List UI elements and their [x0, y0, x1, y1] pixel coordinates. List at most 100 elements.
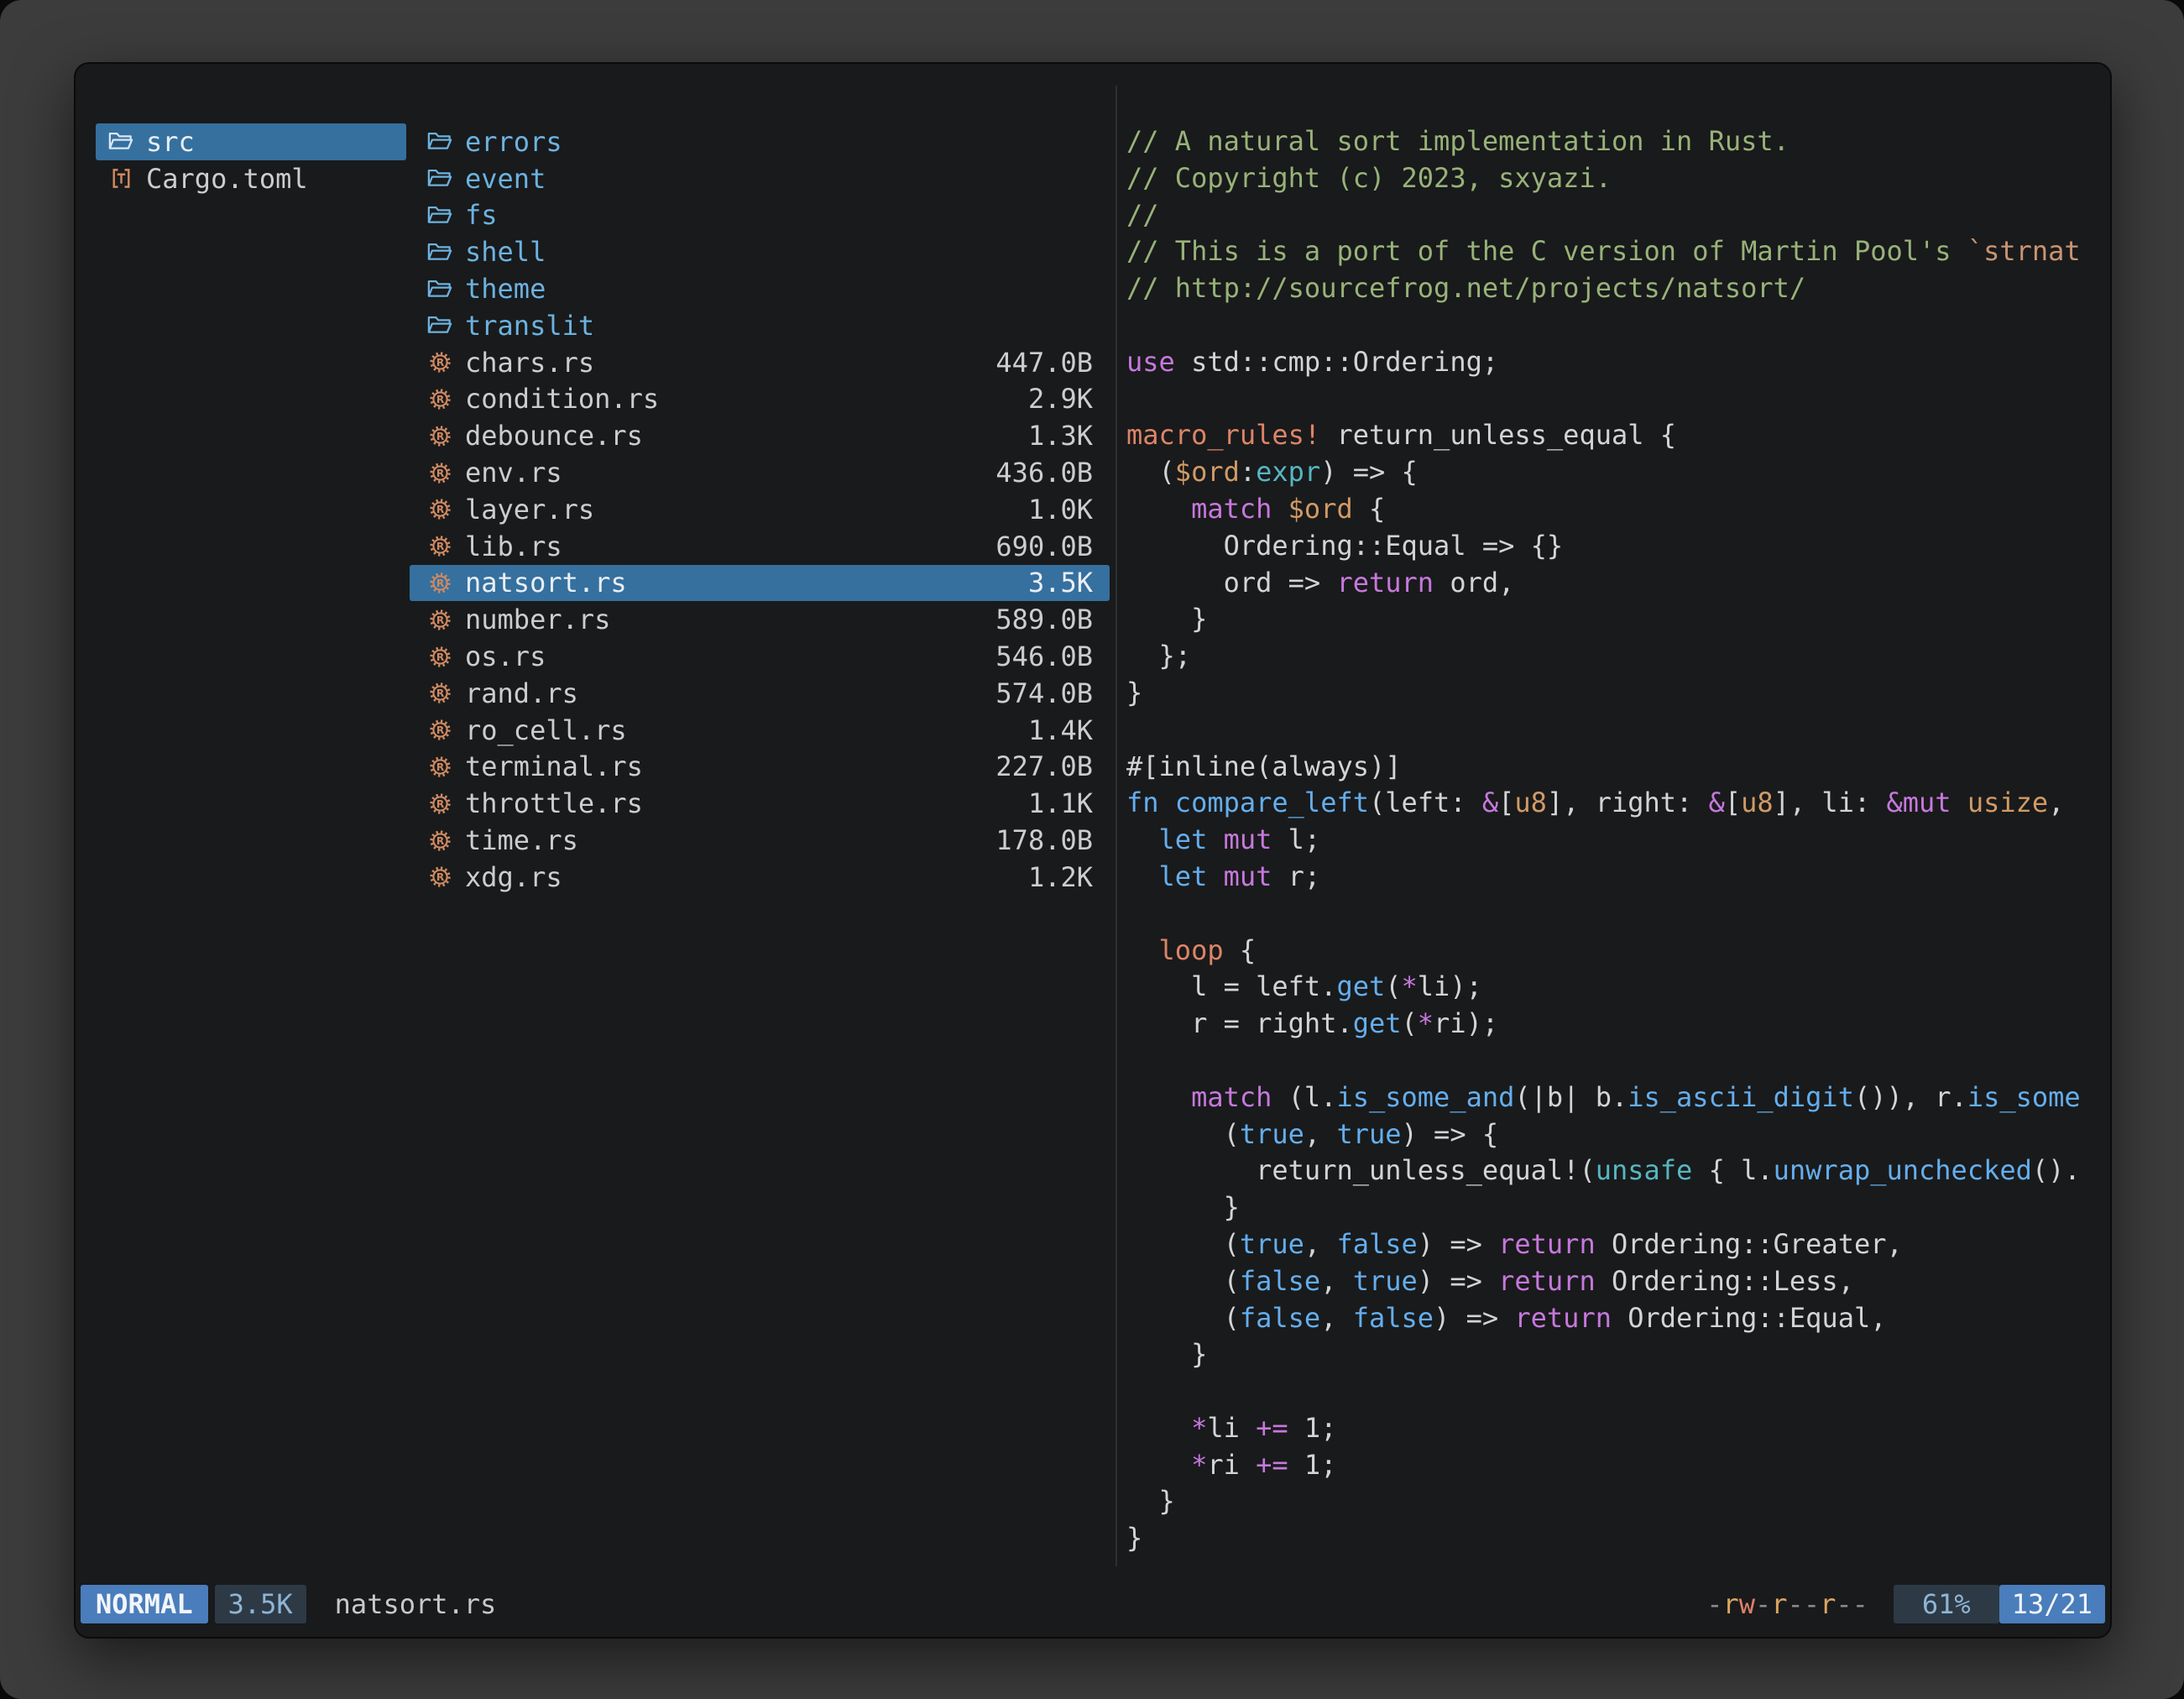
file-item-time.rs[interactable]: Rtime.rs178.0B: [410, 822, 1110, 859]
code-line: // http://sourcefrog.net/projects/natsor…: [1126, 270, 2107, 307]
file-item-xdg.rs[interactable]: Rxdg.rs 1.2K: [410, 859, 1110, 896]
code-line: let mut r;: [1126, 859, 2107, 896]
folder-icon: [425, 205, 455, 226]
item-name: ro_cell.rs: [465, 714, 627, 746]
item-name: number.rs: [465, 604, 610, 635]
item-size: 2.9K: [1028, 383, 1093, 415]
svg-text:R: R: [436, 798, 444, 810]
dir-item-event[interactable]: event: [410, 160, 1110, 197]
code-line: loop {: [1126, 933, 2107, 970]
rust-file-icon: R: [425, 498, 455, 520]
item-name: xdg.rs: [465, 861, 562, 893]
svg-text:R: R: [436, 431, 444, 442]
code-line: [1126, 1373, 2107, 1410]
code-line: }: [1126, 601, 2107, 638]
file-item-terminal.rs[interactable]: Rterminal.rs227.0B: [410, 749, 1110, 786]
svg-text:R: R: [436, 614, 444, 626]
item-name: chars.rs: [465, 347, 594, 379]
svg-text:R: R: [436, 357, 444, 369]
item-name: layer.rs: [465, 494, 594, 525]
cursor-position-badge: 13/21: [1999, 1585, 2105, 1623]
svg-text:R: R: [436, 504, 444, 516]
terminal-window: srcCargo.toml errorsevent fs shell theme tra…: [74, 62, 2112, 1639]
file-item-ro_cell.rs[interactable]: Rro_cell.rs 1.4K: [410, 712, 1110, 749]
item-name: natsort.rs: [465, 567, 627, 599]
file-item-throttle.rs[interactable]: Rthrottle.rs1.1K: [410, 785, 1110, 822]
code-line: }: [1126, 675, 2107, 712]
file-size-badge: 3.5K: [215, 1585, 306, 1623]
rust-file-icon: R: [425, 646, 455, 668]
dir-item-src[interactable]: src: [96, 123, 406, 160]
rust-file-icon: R: [425, 351, 455, 374]
code-line: use std::cmp::Ordering;: [1126, 344, 2107, 381]
code-line: let mut l;: [1126, 822, 2107, 859]
dir-item-translit[interactable]: translit: [410, 307, 1110, 344]
file-item-debounce.rs[interactable]: Rdebounce.rs 1.3K: [410, 417, 1110, 454]
file-item-chars.rs[interactable]: Rchars.rs447.0B: [410, 344, 1110, 381]
item-size: 227.0B: [995, 750, 1093, 782]
rust-file-icon: R: [425, 719, 455, 741]
item-size: 546.0B: [995, 640, 1093, 672]
file-item-env.rs[interactable]: Renv.rs436.0B: [410, 454, 1110, 491]
folder-icon: [425, 279, 455, 300]
rust-file-icon: R: [425, 865, 455, 888]
scroll-percent-badge: 61%: [1894, 1585, 1999, 1623]
file-item-natsort.rs[interactable]: Rnatsort.rs3.5K: [410, 565, 1110, 602]
rust-file-icon: R: [425, 425, 455, 447]
item-size: 1.0K: [1028, 494, 1093, 525]
dir-item-fs[interactable]: fs: [410, 197, 1110, 234]
file-list-pane: errorseventfsshellthemetranslitRchars.rs…: [410, 123, 1110, 896]
code-line: l = left.get(*li);: [1126, 969, 2107, 1006]
item-size: 1.3K: [1028, 420, 1093, 452]
svg-text:R: R: [436, 394, 444, 405]
item-size: 1.4K: [1028, 714, 1093, 746]
file-item-number.rs[interactable]: Rnumber.rs589.0B: [410, 601, 1110, 638]
dir-item-shell[interactable]: shell: [410, 233, 1110, 270]
file-item-condition.rs[interactable]: Rcondition.rs2.9K: [410, 381, 1110, 418]
item-name: shell: [465, 236, 546, 268]
code-line: #[inline(always)]: [1126, 749, 2107, 786]
code-line: // Copyright (c) 2023, sxyazi.: [1126, 160, 2107, 197]
item-name: rand.rs: [465, 677, 578, 709]
code-line: // This is a port of the C version of Ma…: [1126, 233, 2107, 270]
code-line: match (l.is_some_and(|b| b.is_ascii_digi…: [1126, 1080, 2107, 1116]
dir-item-theme[interactable]: theme: [410, 270, 1110, 307]
folder-icon: [425, 315, 455, 336]
code-line: [1126, 1043, 2107, 1080]
item-name: fs: [465, 199, 498, 231]
file-item-rand.rs[interactable]: Rrand.rs574.0B: [410, 675, 1110, 712]
item-name: debounce.rs: [465, 420, 643, 452]
file-item-Cargo.toml[interactable]: Cargo.toml: [96, 160, 406, 197]
code-line: ord => return ord,: [1126, 565, 2107, 602]
code-line: (true, false) => return Ordering::Greate…: [1126, 1226, 2107, 1263]
rust-file-icon: R: [425, 535, 455, 557]
dir-item-errors[interactable]: errors: [410, 123, 1110, 160]
rust-file-icon: R: [425, 792, 455, 815]
code-line: [1126, 712, 2107, 749]
svg-text:R: R: [436, 835, 444, 847]
svg-text:R: R: [436, 541, 444, 552]
code-line: }: [1126, 1520, 2107, 1557]
rust-file-icon: R: [425, 609, 455, 631]
rust-file-icon: R: [425, 462, 455, 484]
item-name: event: [465, 163, 546, 195]
file-item-lib.rs[interactable]: Rlib.rs690.0B: [410, 528, 1110, 565]
item-size: 1.2K: [1028, 861, 1093, 893]
item-name: theme: [465, 273, 546, 305]
code-line: };: [1126, 638, 2107, 675]
item-name: os.rs: [465, 640, 546, 672]
code-line: }: [1126, 1189, 2107, 1226]
status-filename: natsort.rs: [335, 1588, 497, 1620]
rust-file-icon: R: [425, 388, 455, 410]
item-name: src: [146, 126, 195, 158]
mode-indicator: NORMAL: [81, 1585, 208, 1623]
svg-text:R: R: [436, 724, 444, 736]
folder-icon: [425, 131, 455, 152]
rust-file-icon: R: [425, 572, 455, 594]
file-item-layer.rs[interactable]: Rlayer.rs 1.0K: [410, 491, 1110, 528]
code-line: [1126, 307, 2107, 344]
file-item-os.rs[interactable]: Ros.rs 546.0B: [410, 638, 1110, 675]
item-name: env.rs: [465, 457, 562, 489]
item-name: throttle.rs: [465, 787, 643, 819]
item-name: translit: [465, 310, 594, 342]
